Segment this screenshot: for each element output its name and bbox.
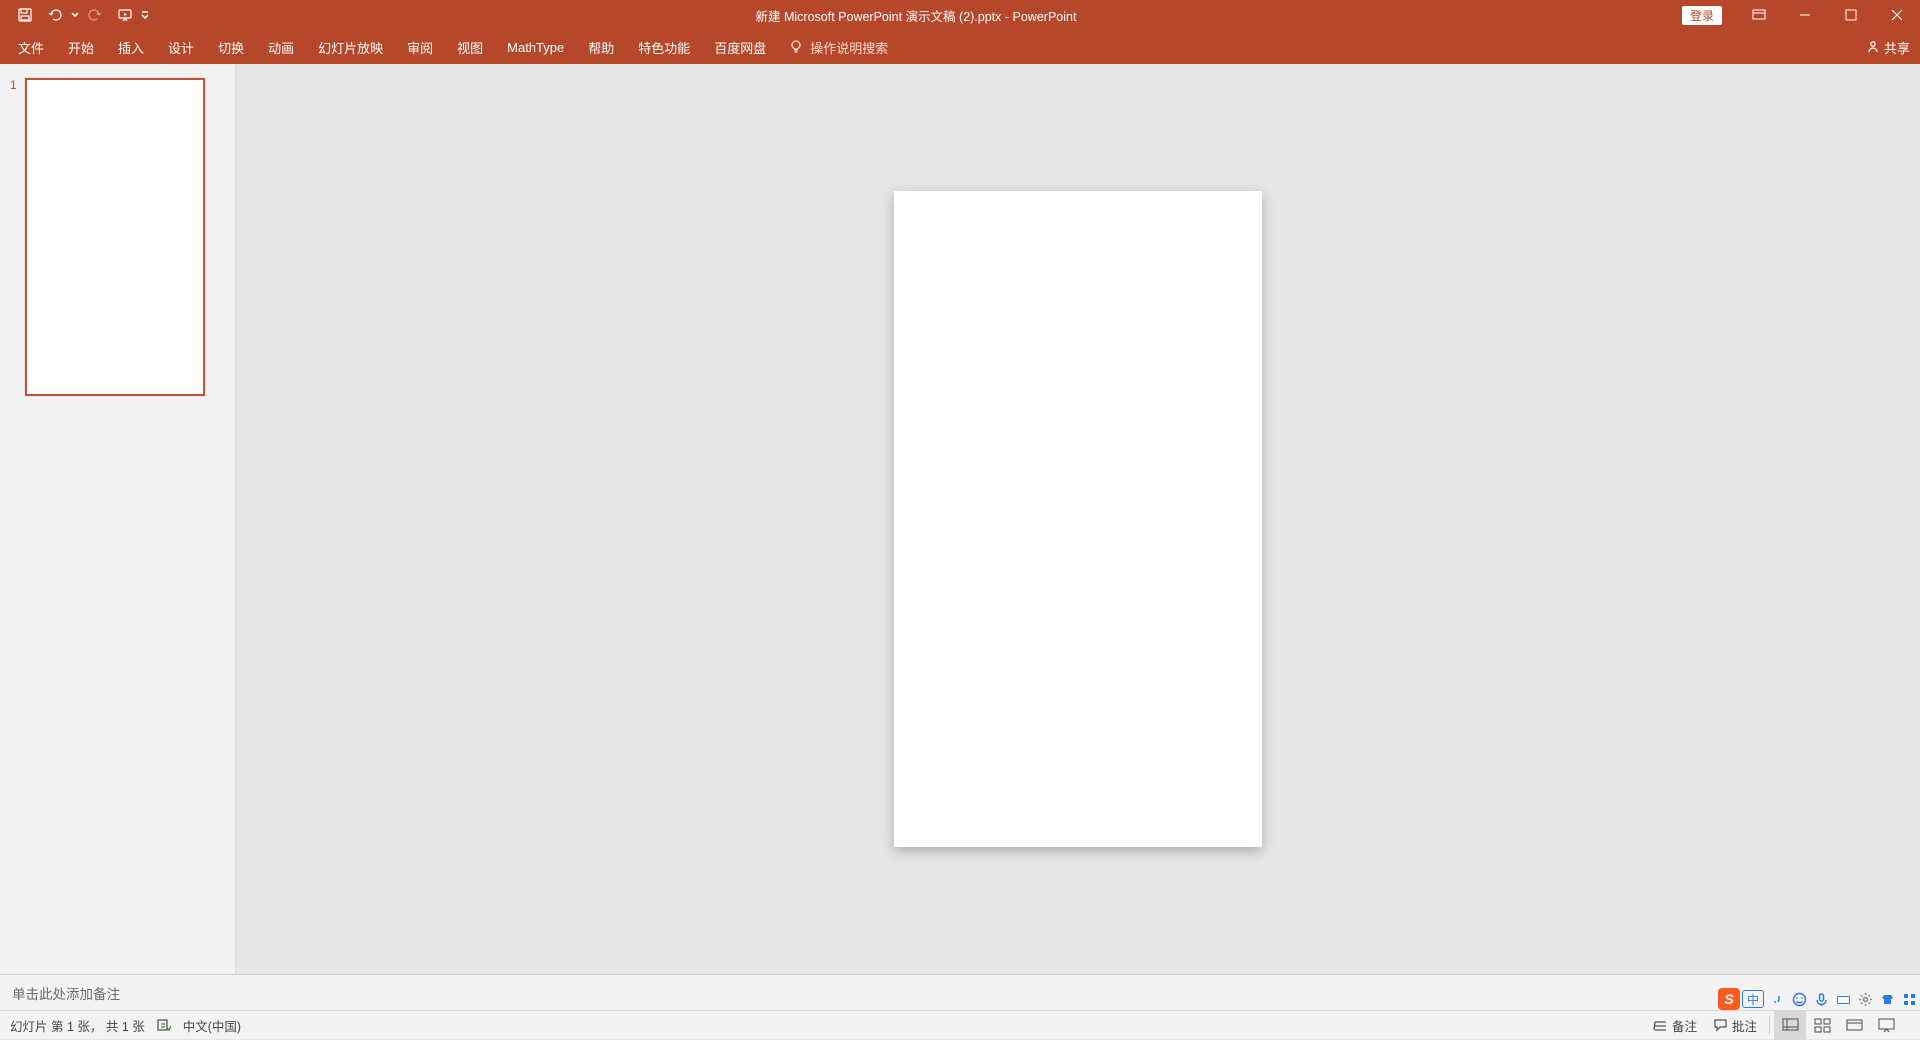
tab-slideshow[interactable]: 幻灯片放映 [306, 30, 395, 64]
separator [1769, 1016, 1770, 1034]
tell-me-search[interactable]: 操作说明搜索 [788, 38, 888, 57]
comment-icon [1713, 1018, 1728, 1033]
quick-access-toolbar [0, 0, 150, 30]
undo-dropdown[interactable] [70, 11, 80, 19]
slide-sorter-view-button[interactable] [1806, 1011, 1838, 1040]
lightbulb-icon [788, 39, 804, 55]
ime-tray: S 中 [1718, 988, 1920, 1010]
tab-baidunetdisk[interactable]: 百度网盘 [702, 30, 778, 64]
tab-home[interactable]: 开始 [56, 30, 106, 64]
maximize-button[interactable] [1828, 0, 1874, 30]
tabs-container: 文件 开始 插入 设计 切换 动画 幻灯片放映 审阅 视图 MathType 帮… [0, 30, 778, 64]
share-label: 共享 [1884, 38, 1910, 57]
ime-voice-icon[interactable] [1810, 988, 1832, 1010]
ime-punct-icon[interactable] [1766, 988, 1788, 1010]
ribbon-tabs: 文件 开始 插入 设计 切换 动画 幻灯片放映 审阅 视图 MathType 帮… [0, 30, 1920, 64]
notes-toggle-label: 备注 [1672, 1016, 1697, 1035]
slideshow-view-button[interactable] [1870, 1011, 1902, 1040]
comments-toggle-label: 批注 [1732, 1016, 1757, 1035]
ime-settings-icon[interactable] [1854, 988, 1876, 1010]
share-button[interactable]: 共享 [1866, 30, 1910, 64]
workspace: 1 单击此处添加备注 [0, 64, 1920, 1010]
save-button[interactable] [10, 0, 40, 30]
tab-design[interactable]: 设计 [156, 30, 206, 64]
tab-mathtype[interactable]: MathType [495, 30, 576, 64]
thumbnail-number: 1 [10, 78, 17, 960]
editor-upper: 1 [0, 64, 1920, 974]
tab-file[interactable]: 文件 [6, 30, 56, 64]
language-indicator[interactable]: 中文(中国) [183, 1016, 241, 1035]
tab-features[interactable]: 特色功能 [626, 30, 702, 64]
ime-emoji-icon[interactable] [1788, 988, 1810, 1010]
tab-review[interactable]: 审阅 [395, 30, 445, 64]
slide[interactable] [894, 191, 1262, 847]
tab-help[interactable]: 帮助 [576, 30, 626, 64]
ime-toolbox-icon[interactable] [1898, 988, 1920, 1010]
comments-toggle[interactable]: 批注 [1705, 1011, 1765, 1040]
ime-lang-toggle[interactable]: 中 [1742, 990, 1764, 1008]
sogou-ime-icon[interactable]: S [1718, 988, 1740, 1010]
share-icon [1866, 40, 1880, 54]
ribbon-display-options[interactable] [1736, 0, 1782, 30]
ime-skin-icon[interactable] [1876, 988, 1898, 1010]
notes-toggle[interactable]: 备注 [1645, 1011, 1705, 1040]
title-right: 登录 [1682, 0, 1920, 30]
document-title: 新建 Microsoft PowerPoint 演示文稿 (2).pptx - … [150, 6, 1682, 25]
minimize-button[interactable] [1782, 0, 1828, 30]
undo-button[interactable] [40, 0, 70, 30]
notes-placeholder: 单击此处添加备注 [12, 983, 120, 1003]
tab-transitions[interactable]: 切换 [206, 30, 256, 64]
slide-canvas-area[interactable] [236, 64, 1920, 974]
thumbnail-pane[interactable]: 1 [0, 64, 236, 974]
slide-thumbnail-1[interactable] [25, 78, 205, 396]
ime-keyboard-icon[interactable] [1832, 988, 1854, 1010]
tab-insert[interactable]: 插入 [106, 30, 156, 64]
tell-me-label: 操作说明搜索 [810, 38, 888, 57]
notes-pane[interactable]: 单击此处添加备注 [0, 974, 1920, 1010]
signin-button[interactable]: 登录 [1682, 6, 1722, 25]
spellcheck-button[interactable] [157, 1018, 171, 1032]
status-left: 幻灯片 第 1 张， 共 1 张 中文(中国) [0, 1016, 241, 1035]
notes-icon [1653, 1018, 1668, 1033]
reading-view-button[interactable] [1838, 1011, 1870, 1040]
tab-animations[interactable]: 动画 [256, 30, 306, 64]
tab-view[interactable]: 视图 [445, 30, 495, 64]
slideshow-from-start-button[interactable] [110, 0, 140, 30]
qat-customize[interactable] [140, 11, 150, 19]
normal-view-button[interactable] [1774, 1011, 1806, 1040]
redo-button[interactable] [80, 0, 110, 30]
title-bar: 新建 Microsoft PowerPoint 演示文稿 (2).pptx - … [0, 0, 1920, 30]
status-right: 备注 批注 [1645, 1011, 1920, 1040]
slide-indicator[interactable]: 幻灯片 第 1 张， 共 1 张 [10, 1016, 145, 1035]
status-bar: 幻灯片 第 1 张， 共 1 张 中文(中国) 备注 批注 [0, 1010, 1920, 1039]
close-button[interactable] [1874, 0, 1920, 30]
